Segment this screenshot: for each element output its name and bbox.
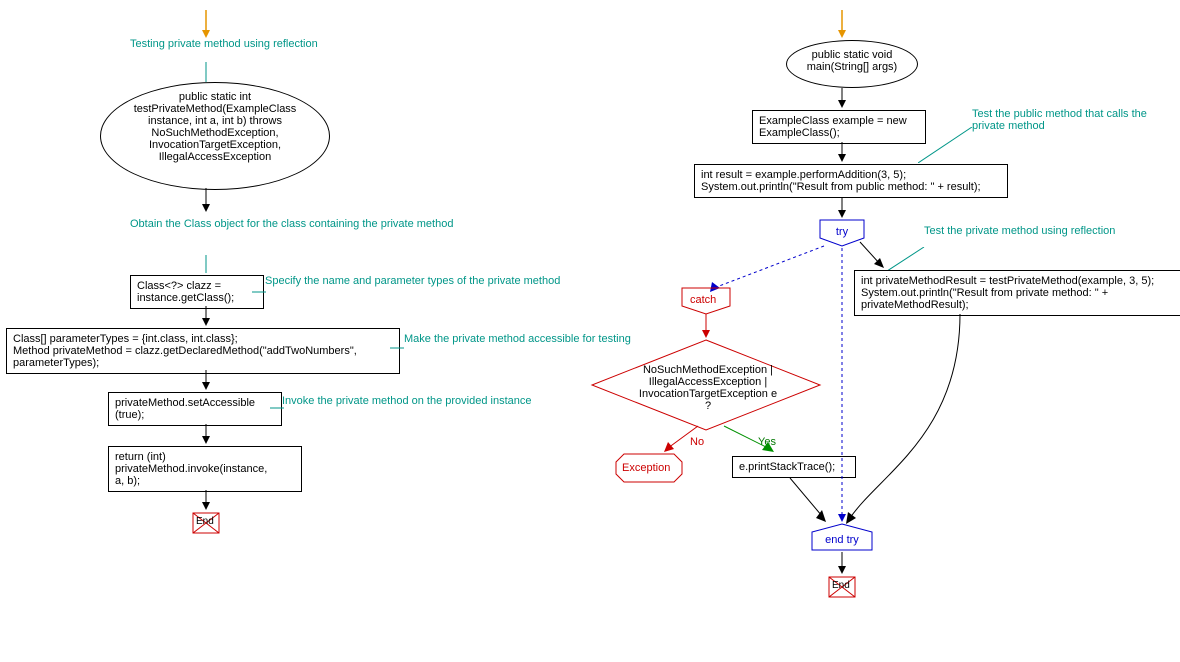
end-right: End [828,576,856,598]
ellipse-left-method: public static int testPrivateMethod(Exam… [100,82,330,190]
comment-invoke: Invoke the private method on the provide… [282,395,532,407]
comment-line-5 [270,406,284,410]
endtry-label: end try [812,534,872,546]
box-setaccess: privateMethod.setAccessible (true); [108,392,282,426]
try-label: try [820,226,864,238]
catch-label: catch [690,294,716,306]
exception-label: Exception [622,462,670,474]
comment-testing-private: Testing private method using reflection [130,38,318,50]
box-example: ExampleClass example = new ExampleClass(… [752,110,926,144]
comment-line-2 [204,255,208,273]
comment-line-r1 [918,127,976,163]
ellipse-right-main: public static void main(String[] args) [786,40,918,88]
dashed-try-endtry [836,248,848,524]
dashed-try-catch [674,240,844,292]
comment-testprivate: Test the private method using reflection [924,225,1115,237]
arrow-no [660,422,700,456]
arrow-right-3 [836,198,848,220]
arrow-left-1 [200,188,212,214]
arrow-catch-decision [700,314,712,340]
comment-specify: Specify the name and parameter types of … [265,275,560,287]
comment-testpublic: Test the public method that calls the pr… [972,108,1180,132]
left-start-arrow [196,10,216,40]
arrow-left-4 [200,424,212,446]
flowchart-dual: Testing private method using reflection … [0,0,1180,662]
box-paramtypes: Class[] parameterTypes = {int.class, int… [6,328,400,374]
end-label-left: End [196,516,214,527]
arrow-right-1 [836,88,848,110]
arrow-printstack-endtry [786,478,830,524]
box-invoke: return (int) privateMethod.invoke(instan… [108,446,302,492]
arrow-left-3 [200,370,212,392]
arrow-left-2 [200,306,212,328]
box-privresult: int privateMethodResult = testPrivateMet… [854,270,1180,316]
arrow-yes [720,422,780,456]
catch-shape: catch [682,288,730,314]
endtry-shape: end try [812,524,872,550]
end-label-right: End [832,580,850,591]
box-clazz: Class<?> clazz = instance.getClass(); [130,275,264,309]
arrow-privresult-endtry [840,314,970,526]
arrow-endtry-end [836,552,848,576]
box-result: int result = example.performAddition(3, … [694,164,1008,198]
arrow-left-5 [200,490,212,512]
comment-obtain: Obtain the Class object for the class co… [130,218,453,230]
comment-line-1 [204,62,208,82]
arrow-right-2 [836,142,848,164]
comment-line-4 [390,346,404,350]
end-left: End [192,512,220,534]
comment-line-3 [252,290,266,294]
exception-shape: Exception [616,454,682,482]
decision-exception: NoSuchMethodException | IllegalAccessExc… [592,340,820,430]
arrow-try-right [856,240,886,272]
right-start-arrow [832,10,852,40]
decision-text: NoSuchMethodException | IllegalAccessExc… [638,364,778,412]
